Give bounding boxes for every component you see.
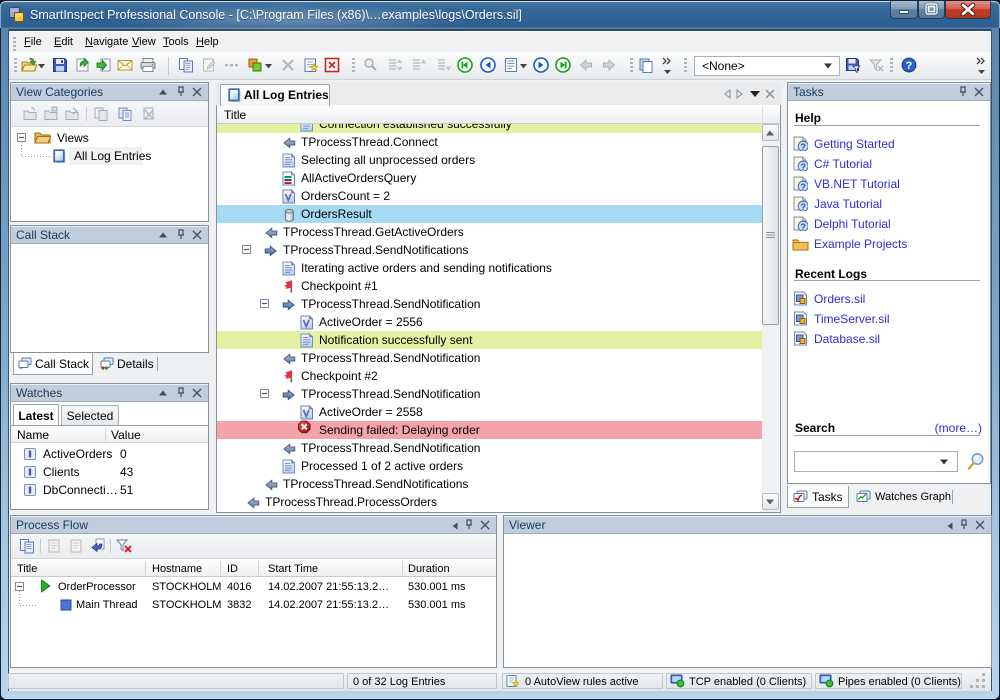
svg-text:?: ? [906, 60, 913, 72]
